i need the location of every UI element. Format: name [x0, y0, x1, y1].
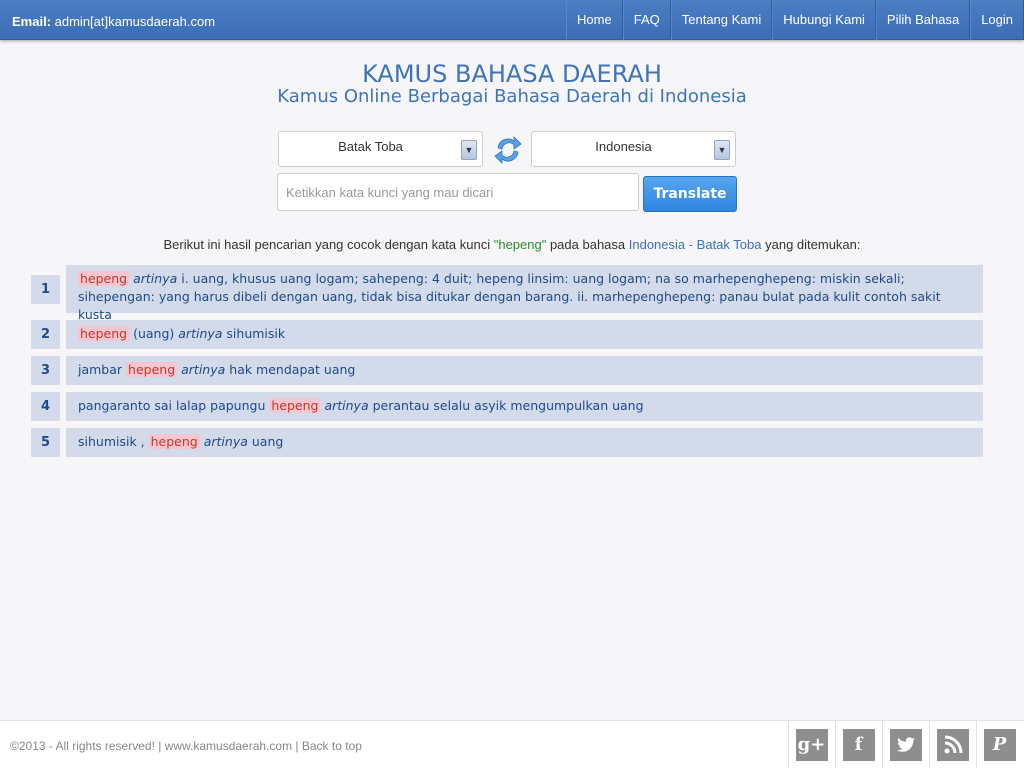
twitter-button[interactable] [882, 721, 928, 768]
email-value: admin[at]kamusdaerah.com [54, 14, 216, 29]
nav-home[interactable]: Home [566, 0, 623, 40]
artinya-label: artinya [203, 434, 248, 449]
swap-languages-button[interactable] [494, 134, 522, 166]
source-language-select[interactable]: Batak Toba ▼ [278, 131, 483, 167]
entry-meaning: perantau selalu asyik mengumpulkan uang [372, 398, 644, 413]
translate-button[interactable]: Translate [643, 176, 737, 212]
page-subtitle: Kamus Online Berbagai Bahasa Daerah di I… [277, 86, 747, 107]
intro-after: yang ditemukan: [761, 237, 861, 252]
nav-faq[interactable]: FAQ [622, 0, 671, 40]
entry-meaning: i. uang, khusus uang logam; sahepeng: 4 … [78, 271, 941, 322]
entry-meaning: uang [251, 434, 284, 449]
artinya-label: artinya [133, 271, 178, 286]
footer: ©2013 - All rights reserved! | www.kamus… [0, 720, 1024, 768]
nav-login[interactable]: Login [970, 0, 1024, 40]
result-number: 2 [31, 320, 60, 349]
twitter-icon [889, 729, 922, 761]
paypal-icon: P [983, 729, 1016, 761]
artinya-label: artinya [324, 398, 369, 413]
intro-keyword: "hepeng" [493, 237, 547, 252]
entry-prefix: jambar [78, 362, 127, 377]
paypal-button[interactable]: P [976, 721, 1022, 768]
entry-prefix: pangaranto sai lalap papungu [78, 398, 270, 413]
rss-icon [936, 729, 969, 761]
target-language-value: Indonesia [595, 139, 652, 154]
entry-meaning: hak mendapat uang [229, 362, 356, 377]
result-entry: jambar hepeng artinya hak mendapat uang [66, 356, 983, 385]
entry-prefix: sihumisik , [78, 434, 149, 449]
entry-meaning: sihumisik [226, 326, 286, 341]
rss-button[interactable] [929, 721, 975, 768]
contact-email: Email: admin[at]kamusdaerah.com [12, 14, 215, 29]
nav-tentang-kami[interactable]: Tentang Kami [670, 0, 773, 40]
result-row: 5 sihumisik , hepeng artinya uang [31, 428, 983, 457]
result-number: 1 [31, 275, 60, 304]
result-entry: hepeng (uang) artinya sihumisik [66, 320, 983, 349]
nav-hubungi-kami[interactable]: Hubungi Kami [772, 0, 876, 40]
result-intro: Berikut ini hasil pencarian yang cocok d… [0, 237, 1024, 252]
result-number: 5 [31, 428, 60, 457]
page-title: KAMUS BAHASA DAERAH [362, 60, 662, 88]
copyright: ©2013 - All rights reserved! | www.kamus… [10, 739, 362, 753]
keyword-highlight: hepeng [78, 271, 130, 286]
chevron-down-icon: ▼ [714, 140, 730, 160]
google-plus-icon: g+ [795, 729, 828, 761]
intro-language-pair: Indonesia - Batak Toba [628, 237, 762, 252]
facebook-button[interactable]: f [835, 721, 881, 768]
main-nav: Home FAQ Tentang Kami Hubungi Kami Pilih… [566, 0, 1024, 40]
result-entry: pangaranto sai lalap papungu hepeng arti… [66, 392, 983, 421]
intro-middle: pada bahasa [546, 237, 629, 252]
artinya-label: artinya [181, 362, 226, 377]
google-plus-button[interactable]: g+ [788, 721, 834, 768]
source-language-value: Batak Toba [338, 139, 403, 154]
keyword-highlight: hepeng [78, 326, 130, 341]
result-number: 3 [31, 356, 60, 385]
entry-suffix: (uang) [129, 326, 175, 341]
top-navbar: Email: admin[at]kamusdaerah.com Home FAQ… [0, 0, 1024, 40]
keyword-highlight: hepeng [126, 362, 178, 377]
search-input[interactable] [277, 173, 639, 211]
email-label: Email: [12, 14, 52, 29]
copyright-text: ©2013 - All rights reserved! | www.kamus… [10, 739, 302, 753]
result-row: 1 hepeng artinya i. uang, khusus uang lo… [31, 265, 983, 322]
result-entry: hepeng artinya i. uang, khusus uang loga… [66, 265, 983, 322]
result-number: 4 [31, 392, 60, 421]
result-row: 3 jambar hepeng artinya hak mendapat uan… [31, 356, 983, 385]
swap-arrows-icon [494, 136, 522, 164]
facebook-icon: f [842, 729, 875, 761]
target-language-select[interactable]: Indonesia ▼ [531, 131, 736, 167]
chevron-down-icon: ▼ [461, 140, 477, 160]
keyword-highlight: hepeng [148, 434, 200, 449]
intro-before: Berikut ini hasil pencarian yang cocok d… [163, 237, 494, 252]
result-row: 2 hepeng (uang) artinya sihumisik [31, 320, 983, 349]
artinya-label: artinya [178, 326, 223, 341]
back-to-top-link[interactable]: Back to top [302, 739, 362, 753]
result-entry: sihumisik , hepeng artinya uang [66, 428, 983, 457]
keyword-highlight: hepeng [269, 398, 321, 413]
nav-pilih-bahasa[interactable]: Pilih Bahasa [875, 0, 971, 40]
result-row: 4 pangaranto sai lalap papungu hepeng ar… [31, 392, 983, 421]
